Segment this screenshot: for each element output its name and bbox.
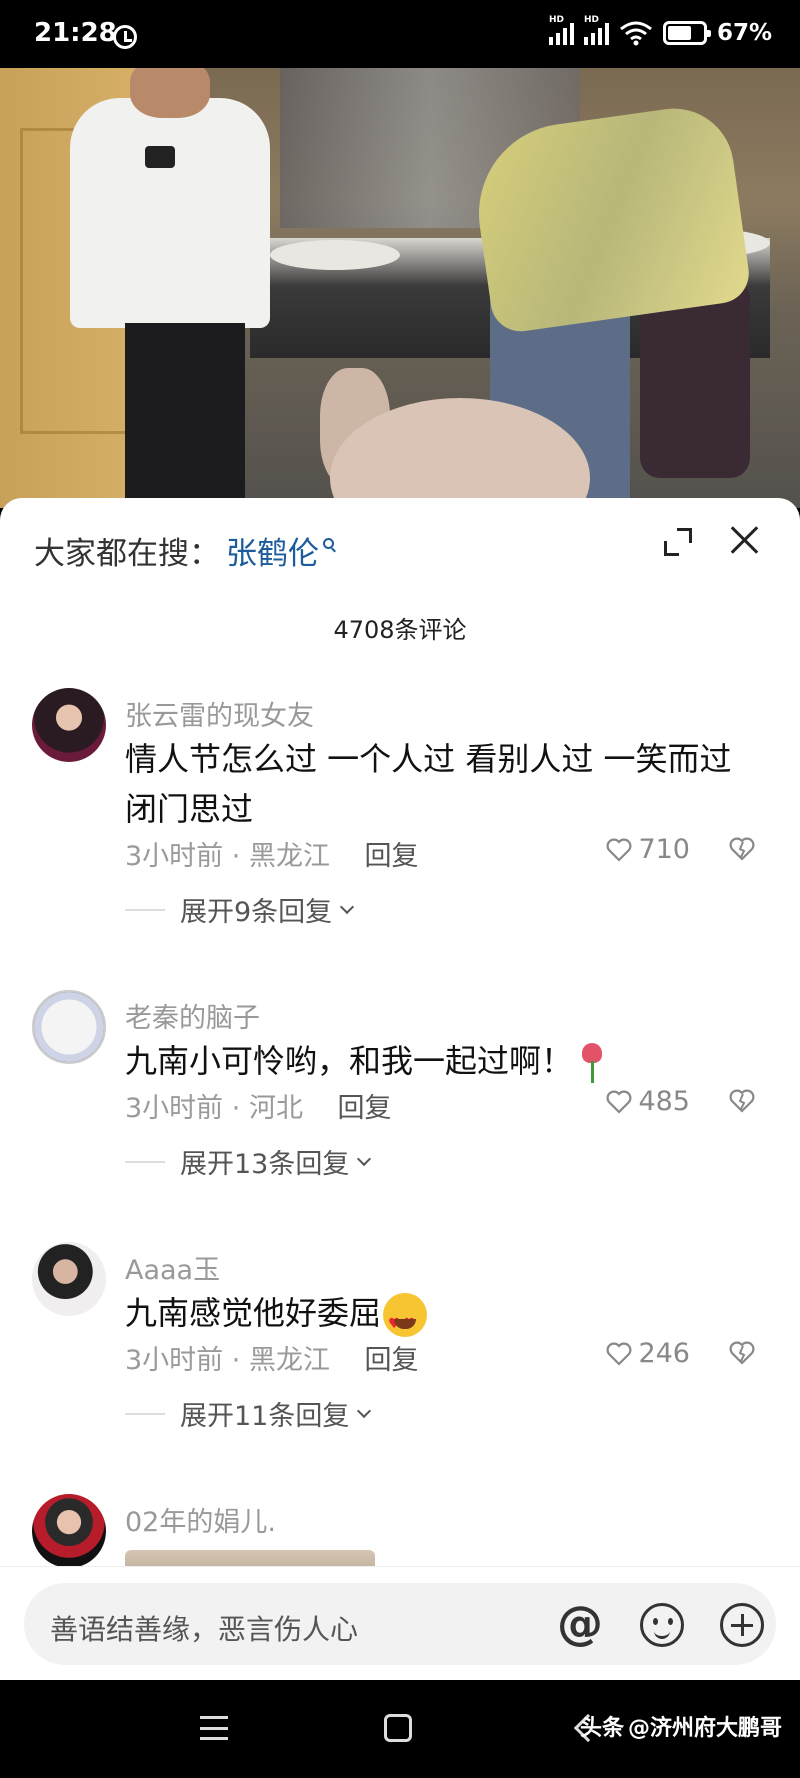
menu-icon[interactable] [200, 1716, 228, 1740]
comment-time: 3小时前 [125, 1345, 224, 1376]
comment-meta: 3小时前 · 黑龙江 回复 [125, 834, 419, 873]
heart-icon [606, 1342, 632, 1366]
battery-icon [662, 21, 711, 45]
signal-icon: HD [548, 15, 574, 45]
like-button[interactable]: 710 [606, 834, 690, 865]
comment-location: 黑龙江 [248, 841, 330, 872]
expand-line [125, 909, 165, 911]
system-nav-bar: 头条 @济州府大鹏哥 [0, 1680, 800, 1778]
emoji-icon[interactable] [640, 1603, 684, 1647]
meta-separator: · [231, 1093, 249, 1124]
status-indicators: HD HD 67% [548, 15, 772, 46]
dislike-icon[interactable] [728, 1088, 756, 1114]
comment-content: 情人节怎么过 一个人过 看别人过 一笑而过 闭门思过 [125, 740, 732, 828]
reply-button[interactable]: 回复 [365, 841, 419, 872]
video-player[interactable] [0, 68, 800, 508]
comment-count: 4708条评论 [333, 616, 467, 644]
comment-location: 河北 [248, 1093, 303, 1124]
dislike-icon[interactable] [728, 836, 756, 862]
expand-line [125, 1161, 165, 1163]
avatar[interactable] [32, 688, 106, 762]
heart-eyes-emoji-icon [383, 1293, 428, 1349]
expand-replies-label: 展开13条回复 [180, 1149, 350, 1180]
comment-username[interactable]: 张云雷的现女友 [125, 694, 314, 733]
signal-hd-label: HD [548, 15, 564, 25]
hot-search-term[interactable]: 张鹤伦 [226, 528, 319, 573]
meta-separator: · [231, 1345, 249, 1376]
like-count: 485 [638, 1086, 690, 1117]
watermark-logo: 头条 [579, 1716, 624, 1741]
comment-meta: 3小时前 · 黑龙江 回复 [125, 1338, 419, 1377]
signal-icon-2: HD [583, 15, 609, 45]
comment-time: 3小时前 [125, 841, 224, 872]
like-count: 246 [638, 1338, 690, 1369]
hot-search-prefix: 大家都在搜： [34, 536, 220, 572]
add-icon[interactable] [720, 1603, 764, 1647]
expand-replies-label: 展开11条回复 [180, 1401, 350, 1432]
avatar[interactable] [32, 1494, 106, 1568]
avatar[interactable] [32, 990, 106, 1064]
signal-hd-label-2: HD [583, 15, 599, 25]
heart-icon [606, 1090, 632, 1114]
comment-location: 黑龙江 [248, 1345, 330, 1376]
battery-percent: 67% [716, 20, 772, 46]
comment-content-row: 九南感觉他好委屈 [125, 1288, 765, 1349]
expand-line [125, 1413, 165, 1415]
comment-input-placeholder: 善语结善缘，恶言伤人心 [50, 1613, 359, 1646]
watermark-handle: @济州府大鹏哥 [627, 1716, 782, 1741]
close-icon[interactable] [728, 524, 760, 556]
comment-content-row: 九南小可怜哟，和我一起过啊！ [125, 1036, 765, 1086]
expand-replies-button[interactable]: 展开13条回复 [180, 1142, 372, 1181]
hot-search-bar[interactable]: 大家都在搜： 张鹤伦 [34, 528, 334, 573]
comment-meta: 3小时前 · 河北 回复 [125, 1086, 392, 1125]
comment-time: 3小时前 [125, 1093, 224, 1124]
alarm-icon [113, 25, 137, 49]
search-icon [323, 538, 334, 549]
dislike-icon[interactable] [728, 1340, 756, 1366]
expand-replies-label: 展开9条回复 [180, 897, 333, 928]
comment-username[interactable]: 02年的娟儿. [125, 1500, 276, 1539]
wifi-icon [619, 20, 653, 46]
chevron-down-icon [357, 1151, 372, 1166]
status-time: 21:28 [34, 18, 117, 48]
like-button[interactable]: 485 [606, 1086, 690, 1117]
chevron-down-icon [340, 899, 355, 914]
meta-separator: · [231, 841, 249, 872]
home-icon[interactable] [384, 1714, 412, 1742]
like-button[interactable]: 246 [606, 1338, 690, 1369]
comment-content: 九南感觉他好委屈 [125, 1294, 382, 1332]
like-count: 710 [638, 834, 690, 865]
avatar[interactable] [32, 1242, 106, 1316]
expand-replies-button[interactable]: 展开9条回复 [180, 890, 355, 929]
heart-icon [606, 838, 632, 862]
comment-input-bar: 善语结善缘，恶言伤人心 @ [0, 1566, 800, 1680]
rose-emoji-icon [579, 1043, 605, 1083]
expand-replies-button[interactable]: 展开11条回复 [180, 1394, 372, 1433]
reply-button[interactable]: 回复 [365, 1345, 419, 1376]
mention-icon[interactable]: @ [556, 1600, 604, 1648]
comment-username[interactable]: 老秦的脑子 [125, 996, 260, 1035]
watermark: 头条 @济州府大鹏哥 [580, 1710, 782, 1742]
comments-sheet: 大家都在搜： 张鹤伦 4708条评论 张云雷的现女友 情人节怎么过 一个人过 看… [0, 498, 800, 1680]
reply-button[interactable]: 回复 [338, 1093, 392, 1124]
comment-username[interactable]: Aaaa玉 [125, 1248, 220, 1287]
battery-fill [667, 26, 691, 40]
comment-content: 九南小可怜哟，和我一起过啊！ [125, 1042, 574, 1080]
expand-icon[interactable] [664, 528, 692, 556]
chevron-down-icon [357, 1403, 372, 1418]
status-bar: 21:28 HD HD 67% [0, 0, 800, 68]
